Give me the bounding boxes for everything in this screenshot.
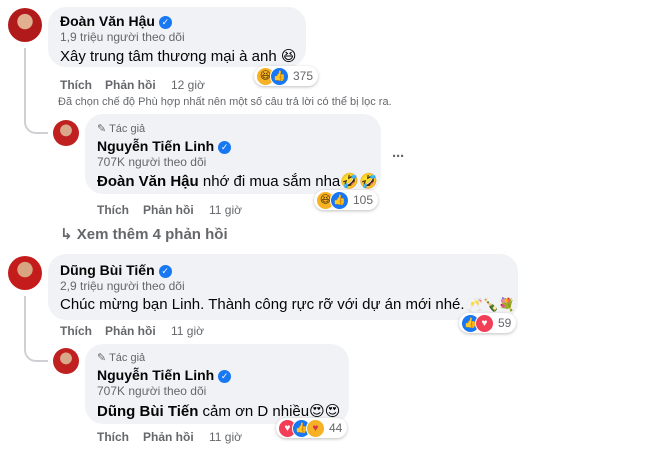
- thread-line: [24, 296, 48, 362]
- author-name[interactable]: Dũng Bùi Tiến: [60, 262, 155, 278]
- reply-body: nhớ đi mua sắm nha🤣🤣: [198, 173, 378, 190]
- follower-count: 707K người theo dõi: [97, 384, 207, 398]
- reply-button[interactable]: Phản hồi: [105, 78, 156, 92]
- comment-author-name[interactable]: Đoàn Văn Hậu ✓: [60, 13, 172, 29]
- like-button[interactable]: Thích: [60, 324, 92, 338]
- author-tag: ✎ Tác giả: [97, 351, 145, 364]
- author-tag-label: Tác giả: [109, 352, 146, 364]
- reply-author-name[interactable]: Nguyễn Tiến Linh ✓: [97, 367, 232, 383]
- reply-actions: Thích Phản hồi 11 giờ: [0, 203, 300, 219]
- comment-author-name[interactable]: Dũng Bùi Tiến ✓: [60, 262, 172, 278]
- author-name[interactable]: Nguyễn Tiến Linh: [97, 138, 214, 154]
- love-reaction-icon: ♥: [475, 313, 494, 333]
- reaction-count: 59: [498, 316, 512, 330]
- like-button[interactable]: Thích: [60, 78, 92, 92]
- reply-button[interactable]: Phản hồi: [143, 203, 194, 217]
- reply-author-name[interactable]: Nguyễn Tiến Linh ✓: [97, 138, 232, 154]
- reply-button[interactable]: Phản hồi: [105, 324, 156, 338]
- verified-badge-icon: ✓: [218, 370, 232, 383]
- like-button[interactable]: Thích: [97, 430, 129, 444]
- comment-text: Xây trung tâm thương mại à anh 😆: [60, 48, 297, 65]
- comment-emoji: 🥂🍾💐: [466, 297, 516, 312]
- filter-notice: Đã chọn chế độ Phù hợp nhất nên một số c…: [58, 96, 392, 108]
- avatar[interactable]: [53, 120, 79, 146]
- timestamp[interactable]: 11 giờ: [171, 324, 204, 338]
- avatar[interactable]: [8, 8, 42, 42]
- view-more-replies[interactable]: ↳ Xem thêm 4 phản hồi: [60, 225, 228, 243]
- view-more-label[interactable]: Xem thêm 4 phản hồi: [77, 226, 228, 243]
- reaction-count: 105: [353, 193, 374, 207]
- timestamp[interactable]: 11 giờ: [209, 430, 242, 444]
- reaction-summary[interactable]: 😆 👍 105: [314, 190, 379, 210]
- timestamp[interactable]: 11 giờ: [209, 203, 242, 217]
- mention-link[interactable]: Đoàn Văn Hậu: [97, 173, 199, 190]
- mention-link[interactable]: Dũng Bùi Tiến: [97, 403, 198, 420]
- like-reaction-icon: 👍: [330, 190, 349, 210]
- comment-body: Chúc mừng bạn Linh. Thành công rực rỡ vớ…: [60, 296, 465, 313]
- avatar[interactable]: [8, 256, 42, 290]
- author-tag: ✎ Tác giả: [97, 122, 145, 135]
- reaction-summary[interactable]: 👍 ♥ 59: [459, 313, 517, 333]
- follower-count: 707K người theo dõi: [97, 155, 207, 169]
- follower-count: 2,9 triệu người theo dõi: [60, 279, 185, 293]
- verified-badge-icon: ✓: [158, 265, 172, 278]
- reaction-count: 44: [329, 421, 343, 435]
- author-name[interactable]: Nguyễn Tiến Linh: [97, 367, 214, 383]
- reply-button[interactable]: Phản hồi: [143, 430, 194, 444]
- thread-line: [24, 48, 48, 134]
- reply-text: Đoàn Văn Hậu nhớ đi mua sắm nha🤣🤣: [97, 172, 378, 190]
- timestamp[interactable]: 12 giờ: [171, 78, 205, 92]
- comment-text: Chúc mừng bạn Linh. Thành công rực rỡ vớ…: [60, 296, 515, 313]
- follower-count: 1,9 triệu người theo dõi: [60, 30, 185, 44]
- avatar[interactable]: [53, 348, 79, 374]
- pencil-icon: ✎: [97, 123, 107, 135]
- like-button[interactable]: Thích: [97, 203, 129, 217]
- author-name[interactable]: Đoàn Văn Hậu: [60, 13, 155, 29]
- more-options-icon[interactable]: ···: [392, 148, 405, 165]
- pencil-icon: ✎: [97, 352, 107, 364]
- reply-actions: Thích Phản hồi 11 giờ: [0, 430, 300, 446]
- verified-badge-icon: ✓: [218, 141, 232, 154]
- reply-arrow-icon: ↳: [60, 226, 73, 243]
- care-reaction-icon: ♥: [306, 418, 325, 438]
- verified-badge-icon: ✓: [158, 16, 172, 29]
- author-tag-label: Tác giả: [109, 123, 146, 135]
